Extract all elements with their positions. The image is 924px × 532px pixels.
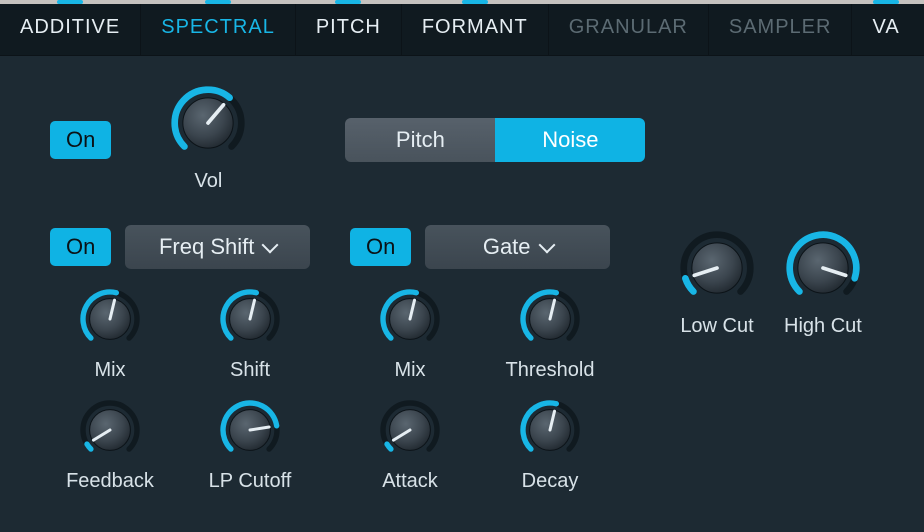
tab-marker (873, 0, 899, 4)
tab-spectral[interactable]: SPECTRAL (141, 0, 295, 55)
tab-bar: ADDITIVE SPECTRAL PITCH FORMANT GRANULAR SAMP… (0, 0, 924, 56)
tab-marker (615, 0, 641, 4)
tab-marker (767, 0, 793, 4)
tab-marker (205, 0, 231, 4)
tab-marker (335, 0, 361, 4)
tab-label: PITCH (316, 16, 381, 39)
tab-sampler: SAMPLER (709, 0, 852, 55)
tab-granular: GRANULAR (549, 0, 708, 55)
tab-label: ADDITIVE (20, 16, 120, 39)
tab-pitch[interactable]: PITCH (296, 0, 401, 55)
tab-label: FORMANT (422, 16, 528, 39)
tab-marker (57, 0, 83, 4)
tab-label: SPECTRAL (161, 16, 275, 39)
tab-label: VA (872, 16, 899, 39)
tab-additive[interactable]: ADDITIVE (0, 0, 140, 55)
tab-formant[interactable]: FORMANT (402, 0, 548, 55)
tab-label: GRANULAR (569, 16, 688, 39)
tab-va[interactable]: VA (852, 0, 919, 55)
tab-marker (462, 0, 488, 4)
tab-label: SAMPLER (729, 16, 832, 39)
